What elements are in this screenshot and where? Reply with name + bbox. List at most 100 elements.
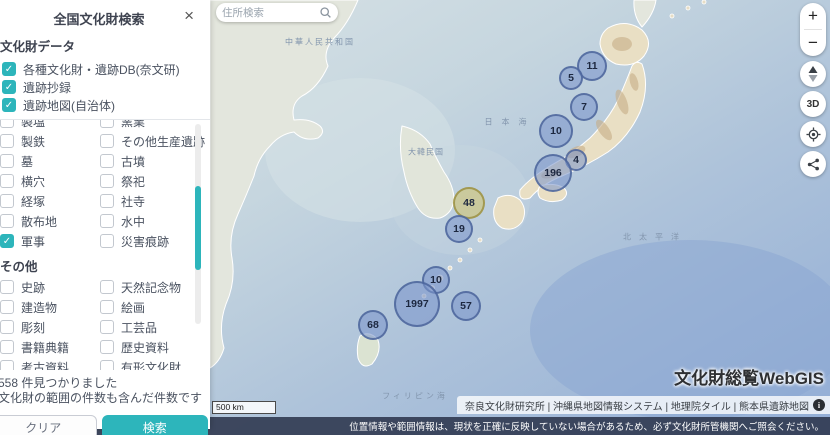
share-button[interactable] (800, 151, 826, 177)
filter-item[interactable]: その他生産遺跡 (100, 131, 210, 151)
cluster-marker[interactable]: 68 (358, 310, 388, 340)
data-source-item-label: 各種文化財・遺跡DB(奈文研) (23, 61, 180, 78)
filter-item[interactable]: 製塩 (0, 120, 100, 131)
geolocate-button[interactable] (800, 121, 826, 147)
zoom-control: + − (800, 3, 826, 56)
cluster-marker[interactable]: 7 (570, 93, 598, 121)
filter-item[interactable]: 災害痕跡 (100, 231, 210, 251)
checkbox-unchecked[interactable] (0, 194, 14, 208)
filter-item-label: 歴史資料 (121, 339, 169, 356)
filter-item[interactable]: 書籍典籍 (0, 337, 100, 357)
checkbox-unchecked[interactable] (0, 320, 14, 334)
map-place-label: 日本海 (485, 117, 536, 128)
checkbox-unchecked[interactable] (100, 300, 114, 314)
checkbox-unchecked[interactable] (100, 360, 114, 370)
filter-item[interactable]: 水中 (100, 211, 210, 231)
clear-button[interactable]: クリア (0, 415, 97, 435)
filter-item[interactable]: 窯業 (100, 120, 210, 131)
filter-item[interactable]: 墓 (0, 151, 100, 171)
filter-item-label: 製塩 (21, 120, 45, 130)
cluster-marker[interactable]: 5 (559, 66, 583, 90)
compass-pitch-button[interactable] (800, 61, 826, 87)
checkbox-unchecked[interactable] (100, 340, 114, 354)
data-source-item[interactable]: 遺跡地図(自治体) (2, 96, 210, 114)
filter-item[interactable]: 有形文化財 (100, 357, 210, 370)
search-sidebar: 全国文化財検索 × 文化財データ 各種文化財・遺跡DB(奈文研)遺跡抄録遺跡地図… (0, 0, 210, 429)
checkbox-unchecked[interactable] (0, 300, 14, 314)
filter-item[interactable]: 歴史資料 (100, 337, 210, 357)
filter-item-label: 天然記念物 (121, 279, 181, 296)
checkbox-unchecked[interactable] (0, 360, 14, 370)
geolocate-icon (806, 127, 821, 142)
checkbox-unchecked[interactable] (0, 120, 14, 128)
checkbox-unchecked[interactable] (100, 320, 114, 334)
checkbox-unchecked[interactable] (0, 174, 14, 188)
filter-item[interactable]: 祭祀 (100, 171, 210, 191)
filter-item[interactable]: 横穴 (0, 171, 100, 191)
map-place-label: 大韓民国 (408, 147, 444, 158)
checkbox-unchecked[interactable] (100, 120, 114, 128)
address-search-box[interactable] (216, 3, 338, 22)
filter-item-label: 墓 (21, 153, 33, 170)
data-source-item[interactable]: 遺跡抄録 (2, 78, 210, 96)
address-search-input[interactable] (222, 7, 319, 19)
filter-item[interactable]: 社寺 (100, 191, 210, 211)
checkbox-checked[interactable] (2, 62, 16, 76)
checkbox-checked[interactable] (0, 234, 14, 248)
checkbox-checked[interactable] (2, 80, 16, 94)
search-button[interactable]: 検索 (102, 415, 209, 435)
search-results-summary: 558 件見つかりました 文化財の範囲の件数も含んだ件数です (0, 376, 210, 406)
zoom-in-button[interactable]: + (800, 3, 826, 29)
close-icon[interactable]: × (184, 6, 194, 26)
map-place-label: 北太平洋 (623, 232, 687, 243)
filter-item[interactable]: 経塚 (0, 191, 100, 211)
filter-item-label: 散布地 (21, 213, 57, 230)
cluster-marker[interactable]: 1997 (394, 281, 440, 327)
scrollbar-track[interactable] (195, 124, 201, 324)
checkbox-unchecked[interactable] (100, 280, 114, 294)
checkbox-unchecked[interactable] (0, 134, 14, 148)
sidebar-header: 全国文化財検索 × (0, 5, 210, 31)
checkbox-unchecked[interactable] (100, 194, 114, 208)
filter-item-label: 災害痕跡 (121, 233, 169, 250)
checkbox-unchecked[interactable] (0, 154, 14, 168)
checkbox-unchecked[interactable] (100, 174, 114, 188)
checkbox-unchecked[interactable] (100, 134, 114, 148)
filter-item[interactable]: 考古資料 (0, 357, 100, 370)
checkbox-unchecked[interactable] (100, 234, 114, 248)
map-canvas[interactable]: 中華人民共和国大韓民国日本海北太平洋フィリピン海 115710419648191… (210, 0, 830, 435)
checkbox-unchecked[interactable] (100, 154, 114, 168)
checkbox-unchecked[interactable] (100, 214, 114, 228)
scrollbar-thumb[interactable] (195, 186, 201, 270)
cluster-marker[interactable]: 57 (451, 291, 481, 321)
filter-item-label: 考古資料 (21, 359, 69, 371)
filter-item[interactable]: 古墳 (100, 151, 210, 171)
filter-item-label: 祭祀 (121, 173, 145, 190)
checkbox-unchecked[interactable] (0, 280, 14, 294)
checkbox-unchecked[interactable] (0, 214, 14, 228)
search-icon (319, 6, 332, 19)
filter-item[interactable]: 天然記念物 (100, 277, 210, 297)
cluster-marker[interactable]: 196 (534, 154, 572, 192)
sidebar-actions: クリア 検索 (0, 415, 208, 435)
checkbox-unchecked[interactable] (0, 340, 14, 354)
info-icon[interactable]: i (813, 399, 825, 411)
filter-item-label: 建造物 (21, 299, 57, 316)
filter-scroll-area[interactable]: 製塩窯業製鉄その他生産遺跡墓古墳横穴祭祀経塚社寺散布地水中軍事災害痕跡その他史跡… (0, 120, 210, 370)
filter-item[interactable]: 彫刻 (0, 317, 100, 337)
cluster-marker[interactable]: 19 (445, 215, 473, 243)
filter-item[interactable]: 製鉄 (0, 131, 100, 151)
filter-item[interactable]: 史跡 (0, 277, 100, 297)
filter-item-label: 水中 (121, 213, 145, 230)
filter-item[interactable]: 工芸品 (100, 317, 210, 337)
3d-toggle-button[interactable]: 3D (800, 91, 826, 117)
filter-item[interactable]: 建造物 (0, 297, 100, 317)
filter-item-label: 横穴 (21, 173, 45, 190)
filter-item[interactable]: 絵画 (100, 297, 210, 317)
checkbox-checked[interactable] (2, 98, 16, 112)
zoom-out-button[interactable]: − (800, 30, 826, 56)
filter-item[interactable]: 散布地 (0, 211, 100, 231)
data-source-item[interactable]: 各種文化財・遺跡DB(奈文研) (2, 60, 210, 78)
filter-item[interactable]: 軍事 (0, 231, 100, 251)
cluster-marker[interactable]: 10 (539, 114, 573, 148)
